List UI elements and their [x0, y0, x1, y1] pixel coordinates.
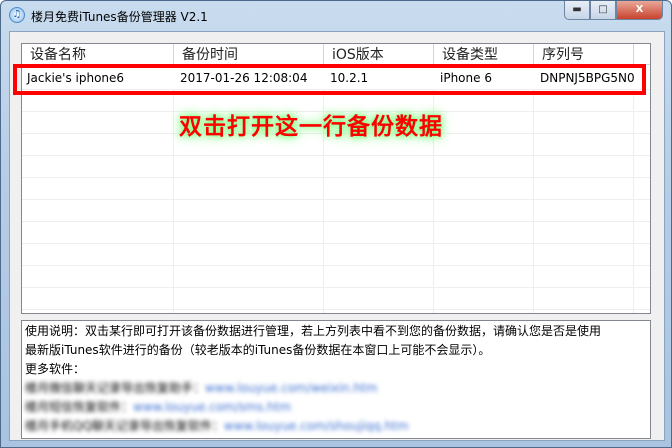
- info-line: 使用说明：双击某行即可打开该备份数据进行管理，若上方列表中看不到您的备份数据，请…: [25, 324, 602, 338]
- list-header: 设备名称 备份时间 iOS版本 设备类型 序列号: [22, 44, 650, 65]
- column-header-backup-time[interactable]: 备份时间: [174, 44, 324, 65]
- software-link[interactable]: www.louyue.com/weixin.htm: [205, 381, 377, 395]
- window-frame: ♫ 楼月免费iTunes备份管理器 V2.1 ▬ □ X 设备名称 备份时间 i…: [0, 0, 672, 448]
- highlight-box: [13, 64, 646, 95]
- info-line: 最新版iTunes软件进行的备份（较老版本的iTunes备份数据在本窗口上可能不…: [25, 343, 491, 357]
- software-link[interactable]: www.louyue.com/shoujiqq.htm: [224, 419, 409, 433]
- more-software-label: 更多软件：: [25, 362, 86, 376]
- annotation-text: 双击打开这一行备份数据: [179, 114, 443, 140]
- itunes-app-icon: ♫: [9, 7, 25, 23]
- window-title: 楼月免费iTunes备份管理器 V2.1: [31, 10, 208, 24]
- software-link-item: 楼月短信恢复软件：www.louyue.com/sms.htm: [25, 400, 292, 414]
- minimize-button[interactable]: ▬: [564, 1, 590, 20]
- close-button[interactable]: X: [616, 1, 663, 20]
- software-link[interactable]: www.louyue.com/sms.htm: [133, 400, 291, 414]
- column-header-serial[interactable]: 序列号: [534, 44, 634, 65]
- maximize-button[interactable]: □: [590, 1, 616, 20]
- column-header-device-type[interactable]: 设备类型: [434, 44, 534, 65]
- column-header-ios-version[interactable]: iOS版本: [324, 44, 434, 65]
- software-link-item: 楼月手机QQ聊天记录导出恢复软件：www.louyue.com/shoujiqq…: [25, 419, 409, 433]
- info-panel: 使用说明：双击某行即可打开该备份数据进行管理，若上方列表中看不到您的备份数据，请…: [21, 320, 651, 439]
- column-header-device-name[interactable]: 设备名称: [22, 44, 174, 65]
- software-link-item: 楼月微信聊天记录导出恢复助手：www.louyue.com/weixin.htm: [25, 381, 378, 395]
